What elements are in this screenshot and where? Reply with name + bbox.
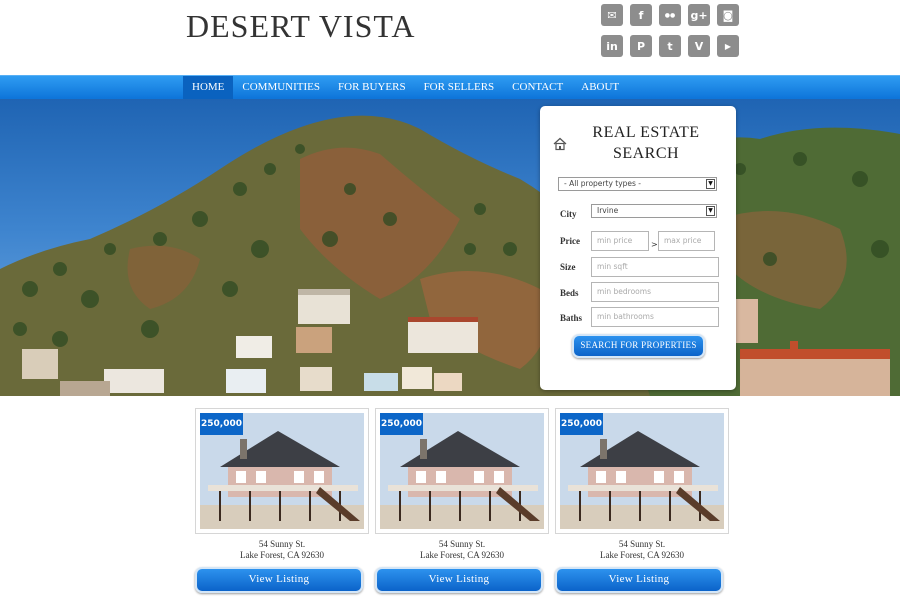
- baths-label: Baths: [560, 313, 583, 323]
- size-label: Size: [560, 262, 576, 272]
- nav-about[interactable]: ABOUT: [572, 76, 628, 100]
- main-nav: HOME COMMUNITIES FOR BUYERS FOR SELLERS …: [183, 76, 628, 100]
- listing-street: 54 Sunny St.: [618, 539, 666, 549]
- max-price-input[interactable]: max price: [658, 231, 715, 251]
- property-type-value: - All property types -: [564, 179, 642, 188]
- social-row-2: in P t V ▶: [601, 35, 741, 57]
- price-badge: 250,000: [200, 413, 243, 435]
- nav-for-buyers[interactable]: FOR BUYERS: [329, 76, 415, 100]
- view-listing-button[interactable]: View Listing: [195, 567, 363, 593]
- listing-street: 54 Sunny St.: [438, 539, 486, 549]
- listing-card-1: 250,000 54 Sunny St. Lake Forest, CA 926…: [195, 408, 369, 593]
- view-listing-button[interactable]: View Listing: [375, 567, 543, 593]
- search-title: REAL ESTATE SEARCH: [580, 122, 712, 164]
- nav-home[interactable]: HOME: [183, 76, 234, 100]
- social-row-1: ✉ f ●● g+ ◙: [601, 4, 741, 26]
- chevron-down-icon: ▼: [706, 179, 715, 189]
- nav-contact[interactable]: CONTACT: [503, 76, 572, 100]
- listing-photo-frame[interactable]: 250,000: [375, 408, 549, 534]
- city-value: Irvine: [597, 206, 619, 215]
- vimeo-icon[interactable]: V: [688, 35, 710, 57]
- listing-card-3: 250,000 54 Sunny St. Lake Forest, CA 926…: [555, 408, 729, 593]
- youtube-icon[interactable]: ▶: [717, 35, 739, 57]
- listing-photo-frame[interactable]: 250,000: [195, 408, 369, 534]
- baths-input[interactable]: min bathrooms: [591, 307, 719, 327]
- price-label: Price: [560, 236, 580, 246]
- price-badge: 250,000: [380, 413, 423, 435]
- city-label: City: [560, 209, 577, 219]
- price-separator: >: [651, 240, 658, 249]
- email-icon[interactable]: ✉: [601, 4, 623, 26]
- search-title-line-2: SEARCH: [612, 145, 680, 162]
- search-properties-button[interactable]: Search for properties: [572, 334, 705, 358]
- view-listing-button[interactable]: View Listing: [555, 567, 723, 593]
- beds-label: Beds: [560, 288, 579, 298]
- listing-photo-frame[interactable]: 250,000: [555, 408, 729, 534]
- listing-address: 54 Sunny St. Lake Forest, CA 92630: [195, 539, 369, 561]
- instagram-icon[interactable]: ◙: [717, 4, 739, 26]
- hillside-town-photo: [0, 115, 900, 396]
- city-select[interactable]: Irvine ▼: [591, 204, 717, 218]
- nav-communities[interactable]: COMMUNITIES: [233, 76, 329, 100]
- site-title[interactable]: DESERT VISTA: [186, 8, 415, 45]
- listing-address: 54 Sunny St. Lake Forest, CA 92630: [555, 539, 729, 561]
- nav-for-sellers[interactable]: FOR SELLERS: [415, 76, 504, 100]
- listing-city: Lake Forest, CA 92630: [240, 550, 324, 560]
- main-navbar: HOME COMMUNITIES FOR BUYERS FOR SELLERS …: [0, 75, 900, 100]
- real-estate-search-panel: REAL ESTATE SEARCH - All property types …: [540, 106, 736, 390]
- listing-city: Lake Forest, CA 92630: [420, 550, 504, 560]
- googleplus-icon[interactable]: g+: [688, 4, 710, 26]
- listing-city: Lake Forest, CA 92630: [600, 550, 684, 560]
- property-type-select[interactable]: - All property types - ▼: [558, 177, 717, 191]
- min-price-input[interactable]: min price: [591, 231, 649, 251]
- twitter-icon[interactable]: t: [659, 35, 681, 57]
- facebook-icon[interactable]: f: [630, 4, 652, 26]
- listing-address: 54 Sunny St. Lake Forest, CA 92630: [375, 539, 549, 561]
- pinterest-icon[interactable]: P: [630, 35, 652, 57]
- flickr-icon[interactable]: ●●: [659, 4, 681, 26]
- search-title-line-1: REAL ESTATE: [592, 124, 700, 141]
- listing-card-2: 250,000 54 Sunny St. Lake Forest, CA 926…: [375, 408, 549, 593]
- linkedin-icon[interactable]: in: [601, 35, 623, 57]
- social-links: ✉ f ●● g+ ◙ in P t V ▶: [601, 4, 741, 66]
- listing-street: 54 Sunny St.: [258, 539, 306, 549]
- chevron-down-icon: ▼: [706, 206, 715, 216]
- price-badge: 250,000: [560, 413, 603, 435]
- home-icon: [553, 136, 567, 155]
- hero-image: [0, 99, 900, 396]
- size-input[interactable]: min sqft: [591, 257, 719, 277]
- beds-input[interactable]: min bedrooms: [591, 282, 719, 302]
